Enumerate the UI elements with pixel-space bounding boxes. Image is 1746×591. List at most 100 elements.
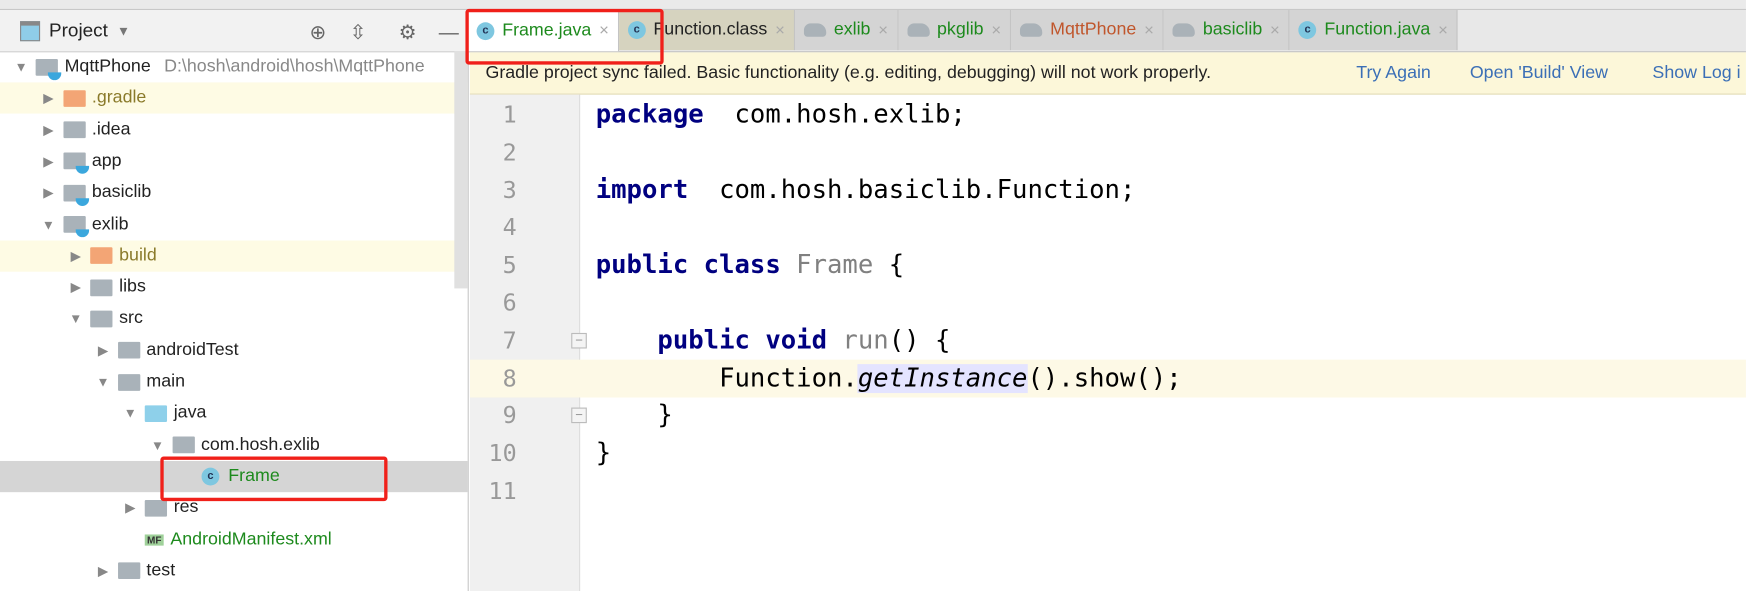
- line-number: 8: [502, 364, 517, 392]
- code-line[interactable]: 5 public class Frame {: [470, 246, 1746, 284]
- code-text: }: [596, 434, 611, 472]
- code-token: () {: [888, 326, 951, 355]
- tree-item-main[interactable]: ▼ main: [0, 366, 468, 397]
- close-icon[interactable]: ×: [1144, 21, 1154, 40]
- chevron-right-icon[interactable]: ▶: [38, 122, 58, 138]
- tab-exlib[interactable]: exlib ×: [794, 10, 899, 51]
- tab-label: Function.class: [653, 20, 768, 39]
- gradle-icon: [1020, 23, 1043, 37]
- close-icon[interactable]: ×: [991, 21, 1001, 40]
- code-line[interactable]: 4: [470, 209, 1746, 247]
- tree-item-basiclib[interactable]: ▶ basiclib: [0, 177, 468, 208]
- fold-marker-icon[interactable]: −: [571, 332, 587, 349]
- chevron-right-icon[interactable]: ▶: [38, 185, 58, 201]
- code-line[interactable]: 10}: [470, 434, 1746, 472]
- code-line[interactable]: 8 Function.getInstance().show();: [469, 359, 1746, 398]
- tab-mqttphone[interactable]: MqttPhone ×: [1011, 10, 1164, 51]
- code-text: import com.hosh.basiclib.Function;: [596, 171, 1136, 209]
- line-number: 11: [488, 477, 517, 505]
- tab-function-java[interactable]: c Function.java ×: [1289, 10, 1458, 51]
- code-line[interactable]: 7 public void run() {−: [470, 322, 1746, 360]
- source-folder-icon: [144, 405, 168, 422]
- window-top-strip: [0, 0, 1746, 11]
- chevron-right-icon[interactable]: ▶: [38, 91, 58, 107]
- chevron-right-icon[interactable]: ▶: [66, 248, 86, 264]
- tree-item-androidtest[interactable]: ▶ androidTest: [0, 335, 468, 366]
- code-token: Function.: [595, 363, 858, 393]
- tree-item-app[interactable]: ▶ app: [0, 146, 468, 177]
- code-text: public class Frame {: [596, 246, 904, 284]
- tree-item-label: libs: [119, 277, 146, 297]
- code-line[interactable]: 11: [470, 472, 1746, 510]
- tree-item-build[interactable]: ▶ build: [0, 240, 468, 272]
- class-icon: c: [1298, 21, 1317, 39]
- code-text: }: [595, 397, 673, 435]
- keyword: import: [595, 175, 689, 205]
- tree-item-src[interactable]: ▼ src: [0, 303, 468, 334]
- hide-icon[interactable]: —: [439, 21, 459, 44]
- tree-item-exlib[interactable]: ▼ exlib: [0, 209, 468, 240]
- try-again-link[interactable]: Try Again: [1356, 63, 1431, 83]
- code-line[interactable]: 3 import com.hosh.basiclib.Function;: [470, 171, 1746, 209]
- code-line[interactable]: 2: [470, 133, 1746, 171]
- open-build-view-link[interactable]: Open 'Build' View: [1470, 63, 1608, 83]
- close-icon[interactable]: ×: [1270, 21, 1280, 40]
- tree-item--idea[interactable]: ▶ .idea: [0, 114, 468, 145]
- tree-item-label: .gradle: [91, 88, 147, 108]
- close-icon[interactable]: ×: [1438, 21, 1448, 40]
- close-icon[interactable]: ×: [775, 21, 785, 40]
- project-view-icon: [20, 20, 41, 41]
- tab-label: exlib: [833, 20, 871, 39]
- code-line[interactable]: 1 package com.hosh.exlib;: [470, 96, 1746, 134]
- tab-basiclib[interactable]: basiclib ×: [1163, 10, 1290, 51]
- tree-item-label: .idea: [91, 119, 131, 139]
- highlight-box-tab: [465, 8, 664, 65]
- line-number: 5: [502, 251, 517, 279]
- chevron-right-icon[interactable]: ▶: [93, 563, 113, 579]
- tab-pkglib[interactable]: pkglib ×: [898, 10, 1012, 51]
- show-log-link[interactable]: Show Log i: [1652, 63, 1740, 83]
- chevron-right-icon[interactable]: ▶: [66, 280, 86, 296]
- fold-marker-icon[interactable]: −: [571, 407, 587, 424]
- code-text: package com.hosh.exlib;: [596, 96, 966, 134]
- collapse-all-icon[interactable]: ⇳: [350, 21, 367, 44]
- excluded-folder-icon: [62, 89, 86, 107]
- keyword: package: [595, 100, 704, 130]
- tree-item--gradle[interactable]: ▶ .gradle: [0, 82, 468, 114]
- tree-item-label: src: [119, 308, 143, 328]
- chevron-down-icon[interactable]: ▼: [66, 311, 86, 327]
- chevron-down-icon[interactable]: ▼: [148, 437, 168, 453]
- close-icon[interactable]: ×: [878, 21, 888, 40]
- line-number: 1: [502, 101, 517, 129]
- chevron-down-icon[interactable]: ▼: [120, 406, 140, 422]
- tree-scrollbar[interactable]: [454, 51, 468, 289]
- chevron-right-icon[interactable]: ▶: [38, 154, 58, 170]
- tree-item-libs[interactable]: ▶ libs: [0, 272, 468, 303]
- code-token: getInstance: [857, 363, 1028, 393]
- project-view-selector[interactable]: Project: [49, 19, 108, 41]
- tree-item-java[interactable]: ▼ java: [0, 398, 468, 429]
- gear-icon[interactable]: ⚙: [399, 21, 417, 44]
- code-line[interactable]: 9 } −: [470, 397, 1746, 435]
- tree-item-androidmanifest-xml[interactable]: MF AndroidManifest.xml: [0, 524, 468, 555]
- code-token: }: [595, 401, 673, 431]
- tree-item-mqttphone[interactable]: ▼ MqttPhone D:\hosh\android\hosh\MqttPhone: [0, 51, 468, 82]
- gradle-icon: [803, 23, 827, 37]
- tree-item-label: com.hosh.exlib: [200, 434, 320, 454]
- locate-icon[interactable]: ⊕: [310, 21, 327, 44]
- tree-item-label: build: [119, 245, 157, 265]
- code-line[interactable]: 6: [470, 284, 1746, 322]
- tree-item-label: app: [91, 151, 122, 171]
- line-number: 9: [502, 402, 517, 430]
- tree-item-test[interactable]: ▶ test: [0, 555, 468, 586]
- code-token: com.hosh.basiclib.Function;: [688, 175, 1136, 205]
- chevron-down-icon[interactable]: ▼: [38, 217, 58, 233]
- chevron-right-icon[interactable]: ▶: [120, 500, 140, 516]
- chevron-right-icon[interactable]: ▶: [93, 343, 113, 359]
- chevron-down-icon[interactable]: ▼: [93, 374, 113, 390]
- chevron-down-icon[interactable]: ▼: [117, 23, 130, 39]
- chevron-down-icon[interactable]: ▼: [11, 59, 31, 75]
- manifest-icon: MF: [144, 533, 164, 546]
- project-path: D:\hosh\android\hosh\MqttPhone: [164, 56, 425, 76]
